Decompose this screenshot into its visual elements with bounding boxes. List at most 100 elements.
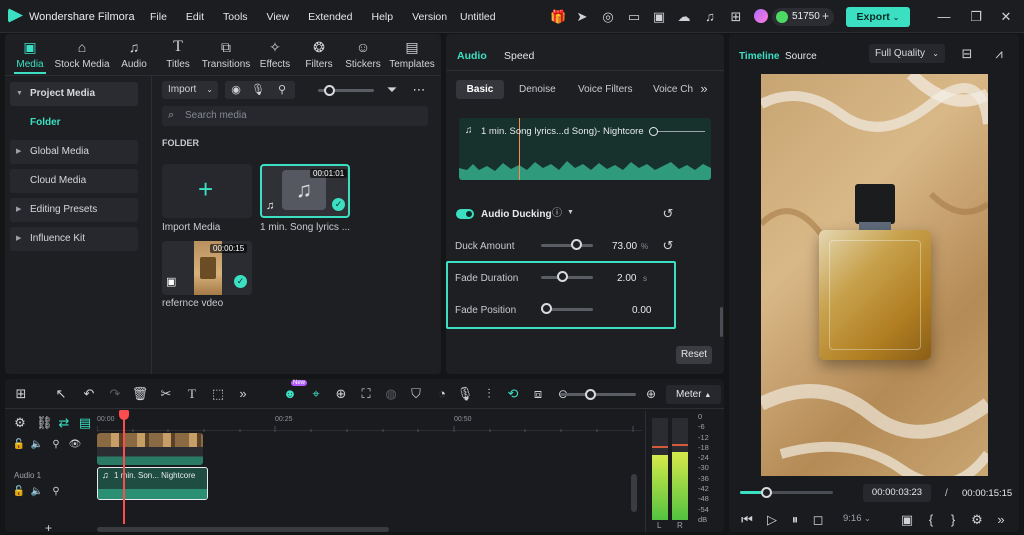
tab-source-preview[interactable]: Source — [785, 51, 817, 62]
tab-templates[interactable]: ▤ Templates — [389, 38, 435, 70]
menu-view[interactable]: View — [267, 11, 290, 23]
quality-dropdown[interactable]: Full Quality ⌄ — [869, 44, 945, 63]
subtab-voice-filters[interactable]: Voice Filters — [578, 84, 632, 95]
keyframe-icon[interactable]: ⧈ — [529, 385, 547, 403]
voiceover-record-icon[interactable]: 🎙 — [456, 385, 474, 403]
clip-volume-knob[interactable] — [649, 127, 658, 136]
duck-amount-slider[interactable] — [541, 244, 593, 247]
more-options-icon[interactable]: » — [994, 513, 1008, 527]
subtab-voice-changer[interactable]: Voice Ch — [653, 84, 693, 95]
timeline-horizontal-scrollbar[interactable] — [97, 527, 389, 532]
sidebar-item-folder[interactable]: Folder — [10, 111, 138, 135]
sidebar-item-cloud-media[interactable]: Cloud Media — [10, 169, 138, 193]
undo-icon[interactable]: ↶ — [80, 385, 98, 403]
import-media-tile[interactable]: + — [162, 164, 252, 218]
sidebar-item-influence-kit[interactable]: ▶ Influence Kit — [10, 227, 138, 251]
audio-ducking-toggle[interactable] — [456, 209, 474, 219]
delete-icon[interactable]: 🗑 — [131, 385, 149, 403]
song-media-tile[interactable]: ♫ 00:01:01 ♫ ✓ — [260, 164, 350, 218]
mask-icon[interactable]: ⛉ — [407, 385, 425, 403]
timeline-zoom-slider[interactable] — [560, 393, 636, 396]
panel-scrollbar[interactable] — [720, 307, 723, 337]
lock-track-icon[interactable]: 🔓 — [12, 438, 26, 452]
mute-track-icon[interactable]: 🔈 — [30, 438, 44, 452]
menu-tools[interactable]: Tools — [223, 11, 248, 23]
meter-button[interactable]: Meter ▲ — [666, 385, 721, 404]
marker-icon[interactable]: ▤ — [78, 416, 92, 430]
search-bar[interactable]: ⌕ Search media — [162, 106, 428, 126]
timeline-zoom-knob[interactable] — [585, 389, 596, 400]
settings-icon[interactable]: ⚙ — [970, 513, 984, 527]
ai-assistant-icon[interactable]: ☻ — [281, 385, 299, 403]
export-button[interactable]: Export ⌄ — [846, 7, 910, 27]
tab-transitions[interactable]: ⧉ Transitions — [201, 38, 251, 70]
scopes-icon[interactable]: ⩘ — [992, 47, 1006, 61]
audio-ducking-icon[interactable]: ⟲ — [504, 385, 522, 403]
add-track-plus-icon[interactable]: + — [45, 521, 52, 535]
select-tool-icon[interactable]: ↖ — [52, 385, 70, 403]
menu-help[interactable]: Help — [371, 11, 393, 23]
video-clip[interactable] — [97, 433, 203, 465]
community-icon[interactable]: ◎ — [601, 10, 615, 24]
mark-out-icon[interactable]: } — [946, 513, 960, 527]
tab-speed[interactable]: Speed — [504, 50, 534, 62]
split-icon[interactable]: ✂ — [157, 385, 175, 403]
gift-icon[interactable]: 🎁 — [550, 10, 566, 24]
sidebar-item-project-media[interactable]: ▼ Project Media — [10, 82, 138, 106]
fade-duration-value[interactable]: 2.00 — [617, 273, 636, 284]
close-icon[interactable]: ✕ — [999, 10, 1013, 24]
menu-edit[interactable]: Edit — [186, 11, 204, 23]
share-icon[interactable]: ➤ — [575, 10, 589, 24]
previous-frame-icon[interactable]: ⏮ — [740, 513, 754, 527]
stop-icon[interactable]: ◻ — [811, 513, 825, 527]
aspect-ratio-selector[interactable]: 9:16 ⌄ — [843, 513, 883, 529]
tab-audio[interactable]: ♫ Audio — [117, 38, 151, 70]
redo-icon[interactable]: ↷ — [106, 385, 124, 403]
pause-icon[interactable]: ⏸ — [788, 513, 802, 527]
restore-icon[interactable]: ❐ — [969, 10, 983, 24]
sidebar-item-global-media[interactable]: ▶ Global Media — [10, 140, 138, 164]
add-track-icon[interactable]: ⊕ — [332, 385, 350, 403]
lock-track-icon[interactable]: 🔓 — [12, 485, 26, 499]
menu-extended[interactable]: Extended — [308, 11, 352, 23]
eye-icon[interactable]: 👁 — [68, 438, 82, 452]
tab-timeline-preview[interactable]: Timeline — [739, 51, 779, 62]
crop-icon[interactable]: ⬚ — [209, 385, 227, 403]
audio-mixer-icon[interactable]: ⫶ — [480, 385, 498, 403]
avatar[interactable] — [754, 9, 768, 23]
image-icon[interactable]: ⛶ — [357, 385, 375, 403]
caret-down-icon[interactable]: ▼ — [567, 209, 574, 216]
timeline-vertical-scrollbar[interactable] — [631, 474, 637, 512]
track-auto-icon[interactable]: ⚲ — [49, 438, 63, 452]
mute-track-icon[interactable]: 🔈 — [30, 485, 44, 499]
preview-progress-knob[interactable] — [760, 487, 772, 498]
menu-file[interactable]: File — [150, 11, 167, 23]
tab-effects[interactable]: ✧ Effects — [257, 38, 293, 70]
sidebar-item-editing-presets[interactable]: ▶ Editing Presets — [10, 198, 138, 222]
double-chevron-right-icon[interactable]: » — [697, 82, 711, 96]
tab-filters[interactable]: ❂ Filters — [303, 38, 335, 70]
credits-badge[interactable]: 51750 + — [772, 8, 834, 26]
mark-in-icon[interactable]: { — [924, 513, 938, 527]
more-icon[interactable]: ⋯ — [412, 83, 426, 97]
subtab-basic[interactable]: Basic — [456, 80, 504, 99]
apps-grid-icon[interactable]: ⊞ — [729, 10, 743, 24]
menu-version[interactable]: Version — [412, 11, 447, 23]
tab-stickers[interactable]: ☺ Stickers — [345, 38, 381, 70]
import-dropdown[interactable]: Import ⌄ — [162, 81, 218, 99]
audio-clip[interactable]: ♫ 1 min. Son... Nightcore — [97, 467, 208, 500]
fade-position-value[interactable]: 0.00 — [632, 305, 651, 316]
duck-amount-value[interactable]: 73.00 — [612, 241, 637, 252]
grid-view-icon[interactable]: ⊟ — [960, 47, 974, 61]
motion-icon[interactable]: ◍ — [382, 385, 400, 403]
record-icon[interactable]: ◉ — [229, 83, 243, 97]
snap-icon[interactable]: ⇄ — [57, 416, 71, 430]
playhead-line[interactable] — [123, 418, 125, 524]
cloud-icon[interactable]: ☁ — [677, 10, 691, 24]
layout-icon[interactable]: ⊞ — [12, 385, 30, 403]
zoom-in-icon[interactable]: ⊕ — [642, 385, 660, 403]
tab-stock-media[interactable]: ⌂ Stock Media — [53, 38, 111, 70]
filter-icon[interactable]: ⏷ — [385, 83, 399, 97]
help-icon[interactable]: ⓘ — [550, 207, 564, 221]
subtab-denoise[interactable]: Denoise — [519, 84, 556, 95]
